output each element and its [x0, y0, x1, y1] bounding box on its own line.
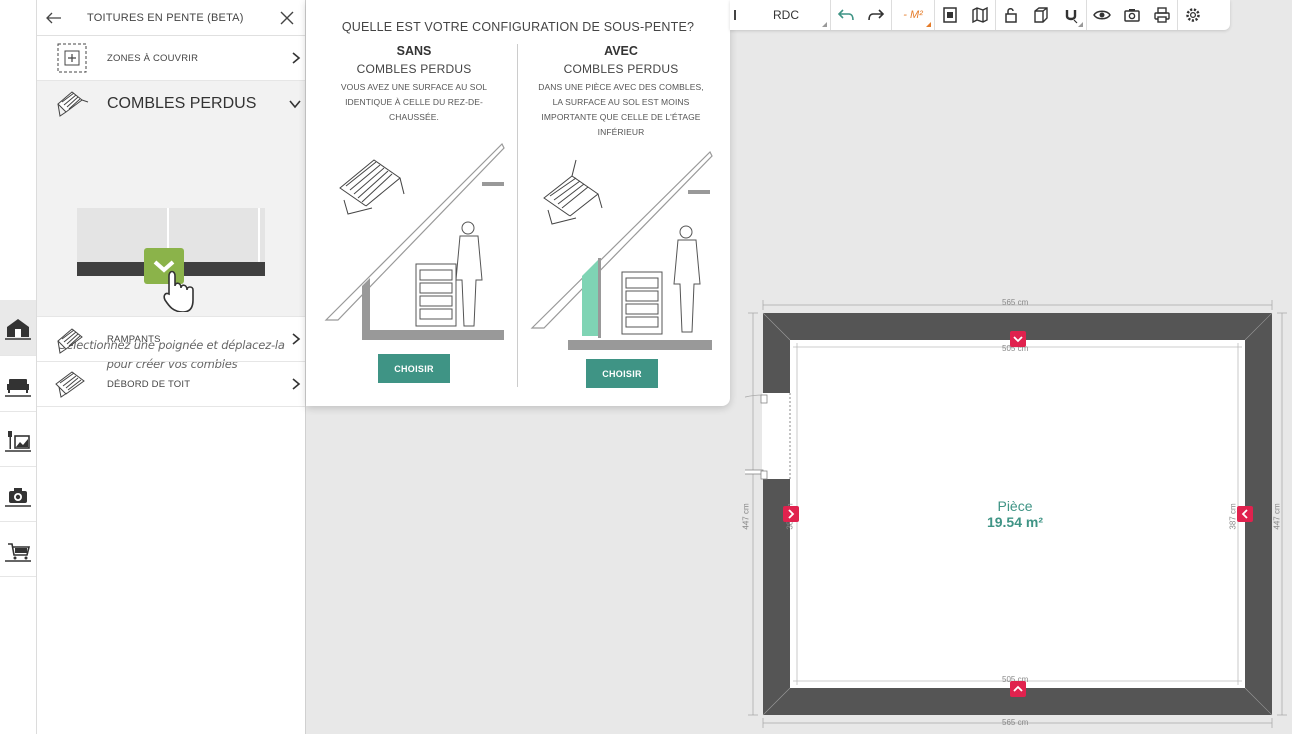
menu-item-combles[interactable]: COMBLES PERDUS: [37, 81, 305, 126]
room-area: 19.54 m²: [986, 514, 1044, 530]
without-attic-illustration: [324, 142, 505, 340]
redo-icon: [868, 9, 885, 21]
dim-right-outer: 447 cm: [1272, 503, 1282, 530]
plan-view-button[interactable]: [935, 0, 965, 30]
print-button[interactable]: [1147, 0, 1177, 30]
cart-tool-button[interactable]: [0, 523, 36, 577]
eye-icon: [1093, 10, 1111, 20]
snapshot-button[interactable]: [1117, 0, 1147, 30]
chevron-up-icon: [1013, 685, 1023, 692]
with-attic-illustration: [530, 150, 713, 350]
attic-roof-icon: [57, 90, 89, 117]
document-icon: [943, 7, 957, 23]
subslope-config-dialog: QUELLE EST VOTRE CONFIGURATION DE SOUS-P…: [306, 0, 730, 406]
chevron-left-icon: [1241, 509, 1248, 519]
unit-toggle[interactable]: - M²: [892, 0, 934, 30]
undo-icon: [837, 9, 854, 21]
left-tool-rail: [0, 0, 37, 734]
back-button[interactable]: [37, 0, 71, 36]
chevron-down-icon: [1013, 336, 1023, 343]
undo-button[interactable]: [831, 0, 861, 30]
right-wall-handle[interactable]: [1237, 506, 1253, 522]
photo-tool-button[interactable]: [0, 468, 36, 522]
house-icon: [5, 318, 31, 340]
decor-tool-button[interactable]: [0, 413, 36, 467]
map-button[interactable]: [965, 0, 995, 30]
zone-add-icon: [57, 43, 87, 73]
sofa-icon: [5, 378, 31, 397]
menu-item-zones[interactable]: ZONES À COUVRIR: [37, 36, 305, 81]
gear-icon: [1186, 8, 1200, 22]
option-subheading: COMBLES PERDUS: [356, 62, 472, 76]
arrow-left-icon: [46, 12, 61, 23]
panel-title: TOITURES EN PENTE (BETA): [87, 11, 244, 24]
chevron-right-icon: [292, 333, 301, 345]
level-select[interactable]: RDC: [742, 0, 830, 30]
option-description: VOUS AVEZ UNE SURFACE AU SOL IDENTIQUE À…: [340, 82, 488, 122]
left-wall-handle[interactable]: [783, 506, 799, 522]
bottom-wall-handle[interactable]: [1010, 681, 1026, 697]
unit-label: - M²: [903, 9, 923, 21]
magnet-button[interactable]: [1056, 0, 1086, 30]
option-without-attic: SANS COMBLES PERDUS VOUS AVEZ UNE SURFAC…: [314, 44, 514, 125]
combles-section: COMBLES PERDUS Sélectionnez une poignée …: [37, 81, 305, 371]
choose-without-button[interactable]: CHOISIR: [378, 354, 450, 383]
option-with-attic: AVEC COMBLES PERDUS DANS UNE PIÈCE AVEC …: [521, 44, 721, 140]
roof-overhang-icon: [55, 371, 85, 398]
printer-icon: [1154, 7, 1170, 23]
shopping-cart-icon: [5, 542, 31, 562]
chevron-right-icon: [292, 52, 301, 64]
chevron-right-icon: [788, 509, 795, 519]
lock-open-icon: [1005, 8, 1017, 23]
dim-top-outer: 565 cm: [1002, 298, 1029, 307]
3d-button[interactable]: [1026, 0, 1056, 30]
dim-bottom-outer: 565 cm: [1002, 718, 1029, 727]
roof-panel: TOITURES EN PENTE (BETA) ZONES À COUVRIR: [37, 0, 306, 734]
toolbar-edge: [730, 0, 742, 30]
menu-item-rampants[interactable]: RAMPANTS: [37, 317, 305, 362]
close-icon[interactable]: [277, 8, 297, 28]
dialog-title: QUELLE EST VOTRE CONFIGURATION DE SOUS-P…: [341, 20, 695, 34]
option-heading: SANS: [396, 44, 432, 58]
furniture-tool-button[interactable]: [0, 358, 36, 412]
camera-icon: [5, 487, 31, 507]
level-value: RDC: [773, 8, 799, 22]
chevron-right-icon: [292, 378, 301, 390]
room-name: Pièce: [997, 498, 1033, 514]
dim-left-outer: 447 cm: [741, 503, 751, 530]
lock-button[interactable]: [996, 0, 1026, 30]
option-subheading: COMBLES PERDUS: [563, 62, 679, 76]
rampant-roof-icon: [57, 328, 83, 354]
cube-icon: [1034, 7, 1048, 23]
menu-item-label: DÉBORD DE TOIT: [107, 378, 191, 390]
visibility-button[interactable]: [1087, 0, 1117, 30]
top-toolbar: RDC - M²: [730, 0, 1230, 30]
menu-item-label: RAMPANTS: [107, 333, 161, 345]
choose-with-button[interactable]: CHOISIR: [586, 359, 658, 388]
top-wall-handle[interactable]: [1010, 331, 1026, 347]
settings-button[interactable]: [1178, 0, 1208, 30]
room-label[interactable]: Pièce 19.54 m²: [960, 498, 1070, 530]
camera-icon: [1124, 9, 1140, 22]
lamp-picture-icon: [5, 430, 31, 452]
chevron-down-icon[interactable]: [289, 99, 301, 109]
redo-button[interactable]: [861, 0, 891, 30]
panel-header: TOITURES EN PENTE (BETA): [37, 0, 305, 36]
house-tool-button[interactable]: [0, 300, 36, 356]
map-icon: [972, 6, 988, 24]
menu-item-debord[interactable]: DÉBORD DE TOIT: [37, 362, 305, 407]
option-heading: AVEC: [604, 44, 638, 58]
menu-item-label: COMBLES PERDUS: [107, 94, 257, 112]
menu-item-label: ZONES À COUVRIR: [107, 52, 199, 64]
combles-demo-illustration: [77, 208, 265, 312]
dialog-divider: [517, 44, 518, 387]
option-description: DANS UNE PIÈCE AVEC DES COMBLES, LA SURF…: [538, 82, 704, 137]
